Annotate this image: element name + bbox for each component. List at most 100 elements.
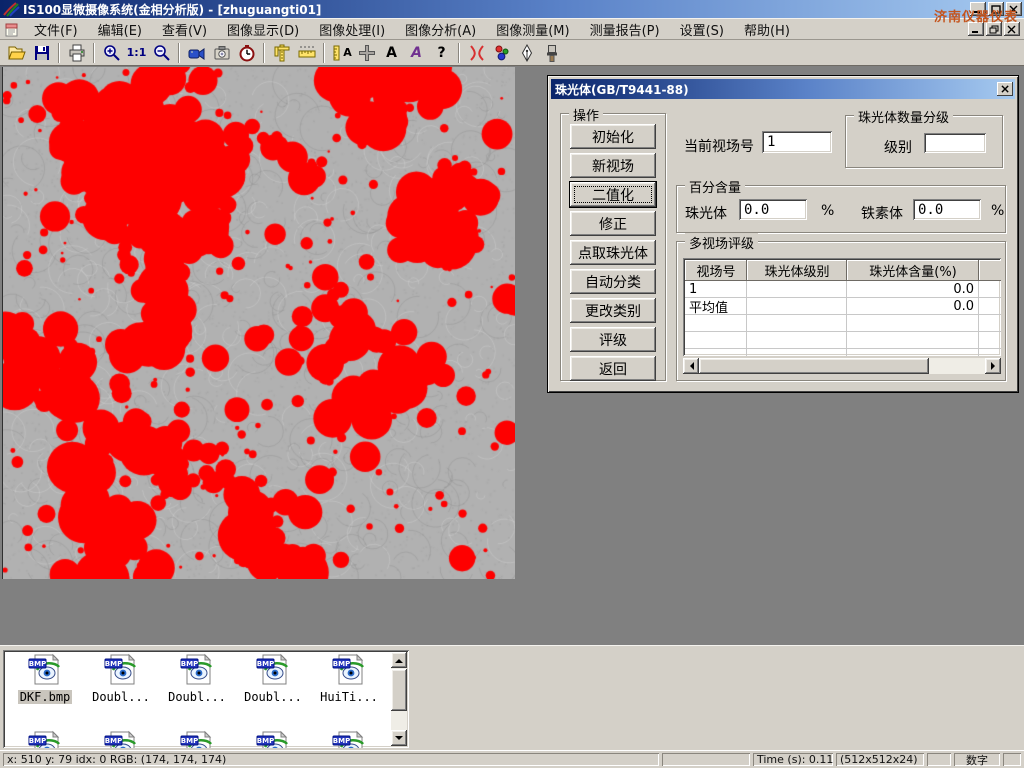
edit-annotate-icon[interactable]: A (404, 42, 429, 64)
table-row-3[interactable] (685, 332, 999, 349)
table-header-0[interactable]: 视场号 (685, 260, 747, 281)
table-cell (747, 332, 847, 349)
grading-group-label: 珠光体数量分级 (854, 107, 953, 126)
save-file-icon[interactable] (29, 42, 54, 64)
window-title: IS100显微摄像系统(金相分析版) - [zhuguangti01] (23, 1, 321, 18)
multifield-group-label: 多视场评级 (685, 233, 758, 252)
table-header-2[interactable]: 珠光体含量(%) (847, 260, 979, 281)
file-scroll-thumb[interactable] (391, 669, 407, 711)
ferrite-percent-input[interactable] (913, 199, 981, 220)
micrograph-image[interactable] (2, 67, 515, 579)
app-icon (2, 2, 20, 17)
scroll-left-button[interactable] (683, 358, 699, 374)
file-item-row2-3[interactable]: BMP (236, 730, 310, 748)
table-row-2[interactable] (685, 315, 999, 332)
file-item-row2-1[interactable]: BMP (84, 730, 158, 748)
table-header-1[interactable]: 珠光体级别 (747, 260, 847, 281)
open-file-icon[interactable] (4, 42, 29, 64)
title-bar: IS100显微摄像系统(金相分析版) - [zhuguangti01] (0, 0, 1024, 18)
photo-capture-icon[interactable] (209, 42, 234, 64)
dialog-title-bar[interactable]: 珠光体(GB/T9441-88) (551, 79, 1015, 99)
op-button-6[interactable]: 更改类别 (570, 298, 656, 323)
file-list-scrollbar[interactable] (391, 652, 407, 746)
file-item-1[interactable]: BMPDoubl... (84, 653, 158, 704)
op-button-7[interactable]: 评级 (570, 327, 656, 352)
operations-group-label: 操作 (569, 105, 603, 124)
caliper-measure-icon[interactable] (269, 42, 294, 64)
hscroll-thumb[interactable] (699, 358, 929, 374)
file-list[interactable]: BMPDKF.bmpBMPDoubl...BMPDoubl...BMPDoubl… (3, 650, 409, 748)
table-cell (847, 332, 979, 349)
svg-text:BMP: BMP (105, 737, 122, 745)
table-cell: 0.0 (847, 281, 979, 298)
svg-text:BMP: BMP (181, 737, 198, 745)
menu-item-7[interactable]: 测量报告(P) (580, 18, 670, 41)
status-image-size: (512x512x24) (836, 753, 924, 766)
pearlite-percent-input[interactable] (739, 199, 807, 220)
file-item-row2-4[interactable]: BMP (312, 730, 386, 748)
help-icon[interactable]: ? (429, 42, 454, 64)
scale-calibrate-icon[interactable]: A (329, 42, 354, 64)
table-cell (847, 349, 979, 356)
video-capture-icon[interactable] (184, 42, 209, 64)
file-item-0[interactable]: BMPDKF.bmp (8, 653, 82, 704)
file-label: HuiTi... (318, 690, 380, 704)
dialog-close-button[interactable] (997, 82, 1013, 96)
op-button-4[interactable]: 点取珠光体 (570, 240, 656, 265)
menu-item-5[interactable]: 图像分析(A) (395, 18, 486, 41)
op-button-5[interactable]: 自动分类 (570, 269, 656, 294)
timer-icon[interactable] (234, 42, 259, 64)
menu-item-3[interactable]: 图像显示(D) (217, 18, 309, 41)
file-scroll-up-button[interactable] (391, 652, 407, 668)
pearlite-percent-label: 珠光体 (685, 203, 727, 223)
menu-item-4[interactable]: 图像处理(I) (309, 18, 395, 41)
current-field-input[interactable] (762, 131, 832, 153)
menu-item-0[interactable]: 文件(F) (24, 18, 88, 41)
marker-tool-icon[interactable] (539, 42, 564, 64)
op-button-0[interactable]: 初始化 (570, 124, 656, 149)
table-header-3[interactable]: 铁素体 (979, 260, 1001, 281)
file-item-4[interactable]: BMPHuiTi... (312, 653, 386, 704)
toolbar-separator (323, 43, 325, 63)
pen-tool-icon[interactable] (514, 42, 539, 64)
file-label: Doubl... (242, 690, 304, 704)
actual-size-icon[interactable]: 1:1 (124, 42, 149, 64)
table-cell (747, 315, 847, 332)
op-button-1[interactable]: 新视场 (570, 153, 656, 178)
file-item-row2-0[interactable]: BMP (8, 730, 82, 748)
op-button-3[interactable]: 修正 (570, 211, 656, 236)
table-cell: 1 (685, 281, 747, 298)
op-button-2[interactable]: 二值化 (570, 182, 656, 207)
file-label: Doubl... (166, 690, 228, 704)
table-hscrollbar[interactable] (683, 358, 1001, 374)
menu-item-8[interactable]: 设置(S) (670, 18, 734, 41)
table-cell (685, 349, 747, 356)
menu-item-1[interactable]: 编辑(E) (88, 18, 152, 41)
scroll-right-button[interactable] (985, 358, 1001, 374)
text-annotate-icon[interactable]: A (379, 42, 404, 64)
register-cross-icon[interactable] (354, 42, 379, 64)
toolbar-separator (263, 43, 265, 63)
menu-item-9[interactable]: 帮助(H) (734, 18, 800, 41)
table-cell (979, 349, 1001, 356)
zoom-out-icon[interactable] (149, 42, 174, 64)
print-icon[interactable] (64, 42, 89, 64)
table-row-4[interactable] (685, 349, 999, 356)
particle-classify-icon[interactable] (489, 42, 514, 64)
curve-tool-icon[interactable] (464, 42, 489, 64)
file-item-3[interactable]: BMPDoubl... (236, 653, 310, 704)
zoom-in-icon[interactable] (99, 42, 124, 64)
file-label: DKF.bmp (18, 690, 73, 704)
rating-table[interactable]: 视场号珠光体级别珠光体含量(%)铁素体 10.0平均值0.0 (683, 258, 1001, 356)
file-item-row2-2[interactable]: BMP (160, 730, 234, 748)
table-row-1[interactable]: 平均值0.0 (685, 298, 999, 315)
file-item-2[interactable]: BMPDoubl... (160, 653, 234, 704)
menu-item-6[interactable]: 图像测量(M) (486, 18, 579, 41)
menu-item-2[interactable]: 查看(V) (152, 18, 217, 41)
table-row-0[interactable]: 10.0 (685, 281, 999, 298)
grade-level-input[interactable] (924, 133, 986, 153)
ruler-measure-icon[interactable] (294, 42, 319, 64)
toolbar-separator (458, 43, 460, 63)
op-button-8[interactable]: 返回 (570, 356, 656, 381)
file-scroll-down-button[interactable] (391, 730, 407, 746)
